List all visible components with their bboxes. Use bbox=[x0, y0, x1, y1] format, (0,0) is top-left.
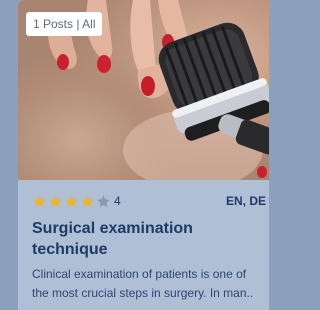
rating-value: 4 bbox=[114, 194, 121, 208]
card-title-line-2: technique bbox=[32, 241, 108, 258]
star-filled-icon bbox=[81, 194, 94, 207]
star-rating bbox=[32, 192, 111, 210]
language-list: EN, DE bbox=[225, 194, 266, 208]
star-empty-icon bbox=[97, 194, 110, 207]
card-description: Clinical examination of patients is one … bbox=[32, 265, 269, 305]
posts-filter-badge[interactable]: 1 Posts | All bbox=[26, 12, 103, 36]
course-image[interactable]: 1 Posts | All bbox=[18, 0, 269, 180]
course-card[interactable]: 1 Posts | All 4 EN, DE Surgical examinat… bbox=[18, 0, 269, 310]
card-title-line-1: Surgical examination bbox=[32, 220, 193, 237]
card-meta-row: 4 EN, DE bbox=[32, 192, 269, 210]
card-description-line-1: Clinical examination of patients is one … bbox=[32, 267, 247, 281]
star-filled-icon bbox=[33, 194, 46, 207]
card-title[interactable]: Surgical examination technique bbox=[32, 218, 267, 260]
star-filled-icon bbox=[65, 194, 78, 207]
star-filled-icon bbox=[49, 194, 62, 207]
card-description-line-2: the most crucial steps in surgery. In ma… bbox=[32, 286, 254, 300]
